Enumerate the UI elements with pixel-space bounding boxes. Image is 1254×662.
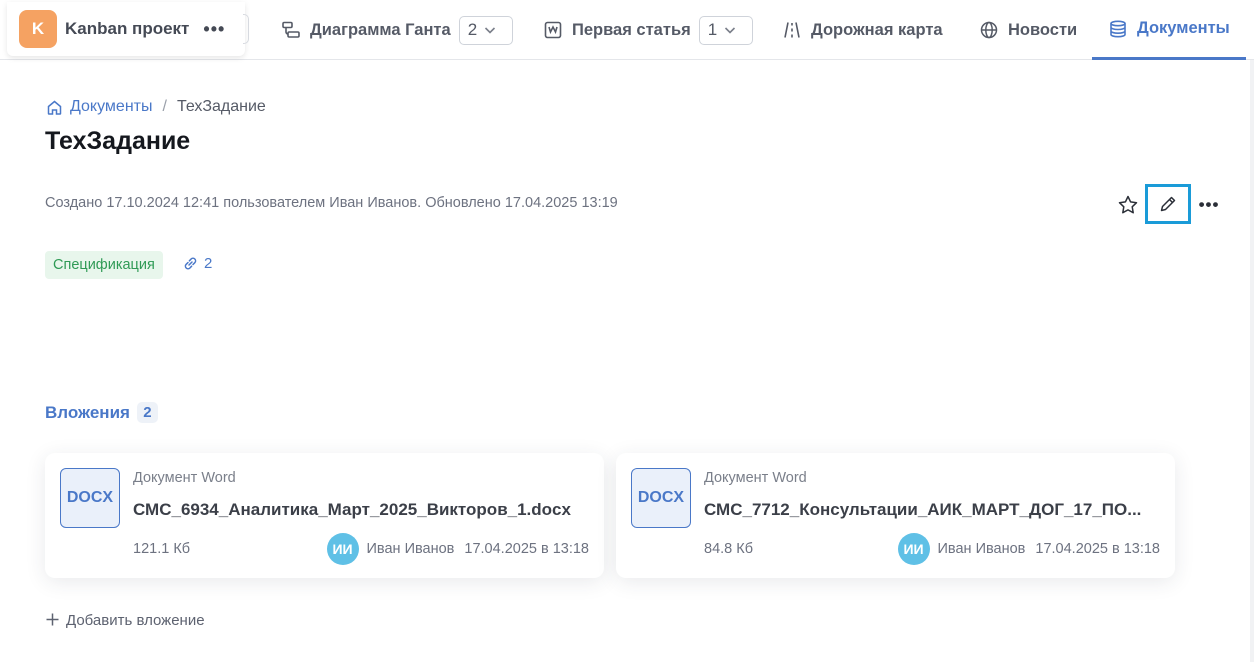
chevron-down-icon: [723, 23, 737, 37]
attachment-size: 84.8 Кб: [704, 541, 754, 557]
top-navigation-bar: K Kanban проект ••• Диаграмма Ганта 2 Пе…: [0, 0, 1254, 60]
attachment-owner-name: Иван Иванов: [937, 541, 1026, 557]
linked-items-count: 2: [204, 255, 213, 272]
breadcrumb-root-label: Документы: [70, 98, 153, 115]
attachment-owner: ИИ Иван Иванов 17.04.2025 в 13:18: [897, 533, 1160, 565]
tab-gantt-counter-value: 2: [467, 20, 478, 39]
breadcrumb-current: ТехЗадание: [176, 98, 266, 115]
tab-documents[interactable]: Документы: [1092, 0, 1246, 60]
attachment-name[interactable]: СМС_6934_Аналитика_Март_2025_Викторов_1.…: [133, 500, 589, 520]
breadcrumb-separator: /: [162, 98, 167, 115]
breadcrumb: Документы / ТехЗадание: [46, 98, 266, 116]
attachment-type: Документ Word: [704, 470, 807, 486]
tab-roadmap-label: Дорожная карта: [811, 20, 943, 39]
home-icon: [46, 99, 70, 116]
attachments-header: Вложения 2: [45, 402, 158, 423]
tab-documents-label: Документы: [1137, 19, 1230, 37]
project-selector[interactable]: K Kanban проект •••: [7, 2, 245, 56]
attachment-card[interactable]: DOCX Документ Word СМС_6934_Аналитика_Ма…: [45, 453, 604, 578]
attachment-owner: ИИ Иван Иванов 17.04.2025 в 13:18: [326, 533, 589, 565]
attachment-date: 17.04.2025 в 13:18: [1035, 541, 1160, 557]
gantt-icon: [281, 20, 301, 40]
favorite-button[interactable]: [1117, 194, 1139, 216]
tab-gantt[interactable]: Диаграмма Ганта 2: [281, 0, 513, 60]
documents-icon: [1108, 19, 1128, 39]
attachment-date: 17.04.2025 в 13:18: [464, 541, 589, 557]
pencil-icon: [1158, 194, 1178, 214]
chevron-down-icon: [483, 23, 497, 37]
document-meta: Создано 17.10.2024 12:41 пользователем И…: [45, 195, 618, 211]
attachment-name[interactable]: СМС_7712_Консультации_АИК_МАРТ_ДОГ_17_ПО…: [704, 500, 1160, 520]
plus-icon: [45, 610, 60, 631]
docx-file-icon: DOCX: [631, 468, 691, 528]
tab-news-label: Новости: [1008, 20, 1078, 39]
article-icon: [543, 20, 563, 40]
project-more-button[interactable]: •••: [203, 19, 225, 40]
star-icon: [1117, 195, 1139, 220]
project-panel-edge: [243, 14, 249, 44]
tab-article-counter-select[interactable]: 1: [698, 15, 753, 45]
tab-gantt-label: Диаграмма Ганта: [310, 20, 451, 39]
linked-items-button[interactable]: 2: [182, 255, 212, 272]
document-tag[interactable]: Спецификация: [45, 251, 163, 279]
globe-icon: [979, 20, 999, 40]
attachment-card[interactable]: DOCX Документ Word СМС_7712_Консультации…: [616, 453, 1175, 578]
add-attachment-button[interactable]: Добавить вложение: [45, 610, 205, 631]
edit-button[interactable]: [1145, 184, 1191, 224]
breadcrumb-documents-link[interactable]: Документы: [46, 98, 152, 116]
tab-gantt-counter-select[interactable]: 2: [458, 15, 513, 45]
page-title: ТехЗадание: [45, 127, 191, 155]
project-avatar: K: [19, 10, 57, 48]
scrollbar[interactable]: [1250, 60, 1254, 662]
project-name[interactable]: Kanban проект: [65, 19, 189, 39]
add-attachment-label: Добавить вложение: [66, 612, 205, 629]
avatar: ИИ: [897, 533, 930, 565]
roadmap-icon: [782, 20, 802, 40]
attachment-owner-name: Иван Иванов: [366, 541, 455, 557]
docx-file-icon: DOCX: [60, 468, 120, 528]
tab-news[interactable]: Новости: [979, 0, 1077, 60]
attachments-title: Вложения: [45, 402, 130, 422]
attachment-type: Документ Word: [133, 470, 236, 486]
tab-article[interactable]: Первая статья 1: [543, 0, 753, 60]
tab-article-counter-value: 1: [707, 20, 718, 39]
more-actions-button[interactable]: •••: [1198, 194, 1220, 216]
attachments-count-badge: 2: [136, 402, 158, 423]
tab-roadmap[interactable]: Дорожная карта: [782, 0, 943, 60]
avatar: ИИ: [326, 533, 359, 565]
attachment-size: 121.1 Кб: [133, 541, 191, 557]
link-icon: [182, 255, 204, 272]
tab-article-label: Первая статья: [572, 20, 691, 39]
